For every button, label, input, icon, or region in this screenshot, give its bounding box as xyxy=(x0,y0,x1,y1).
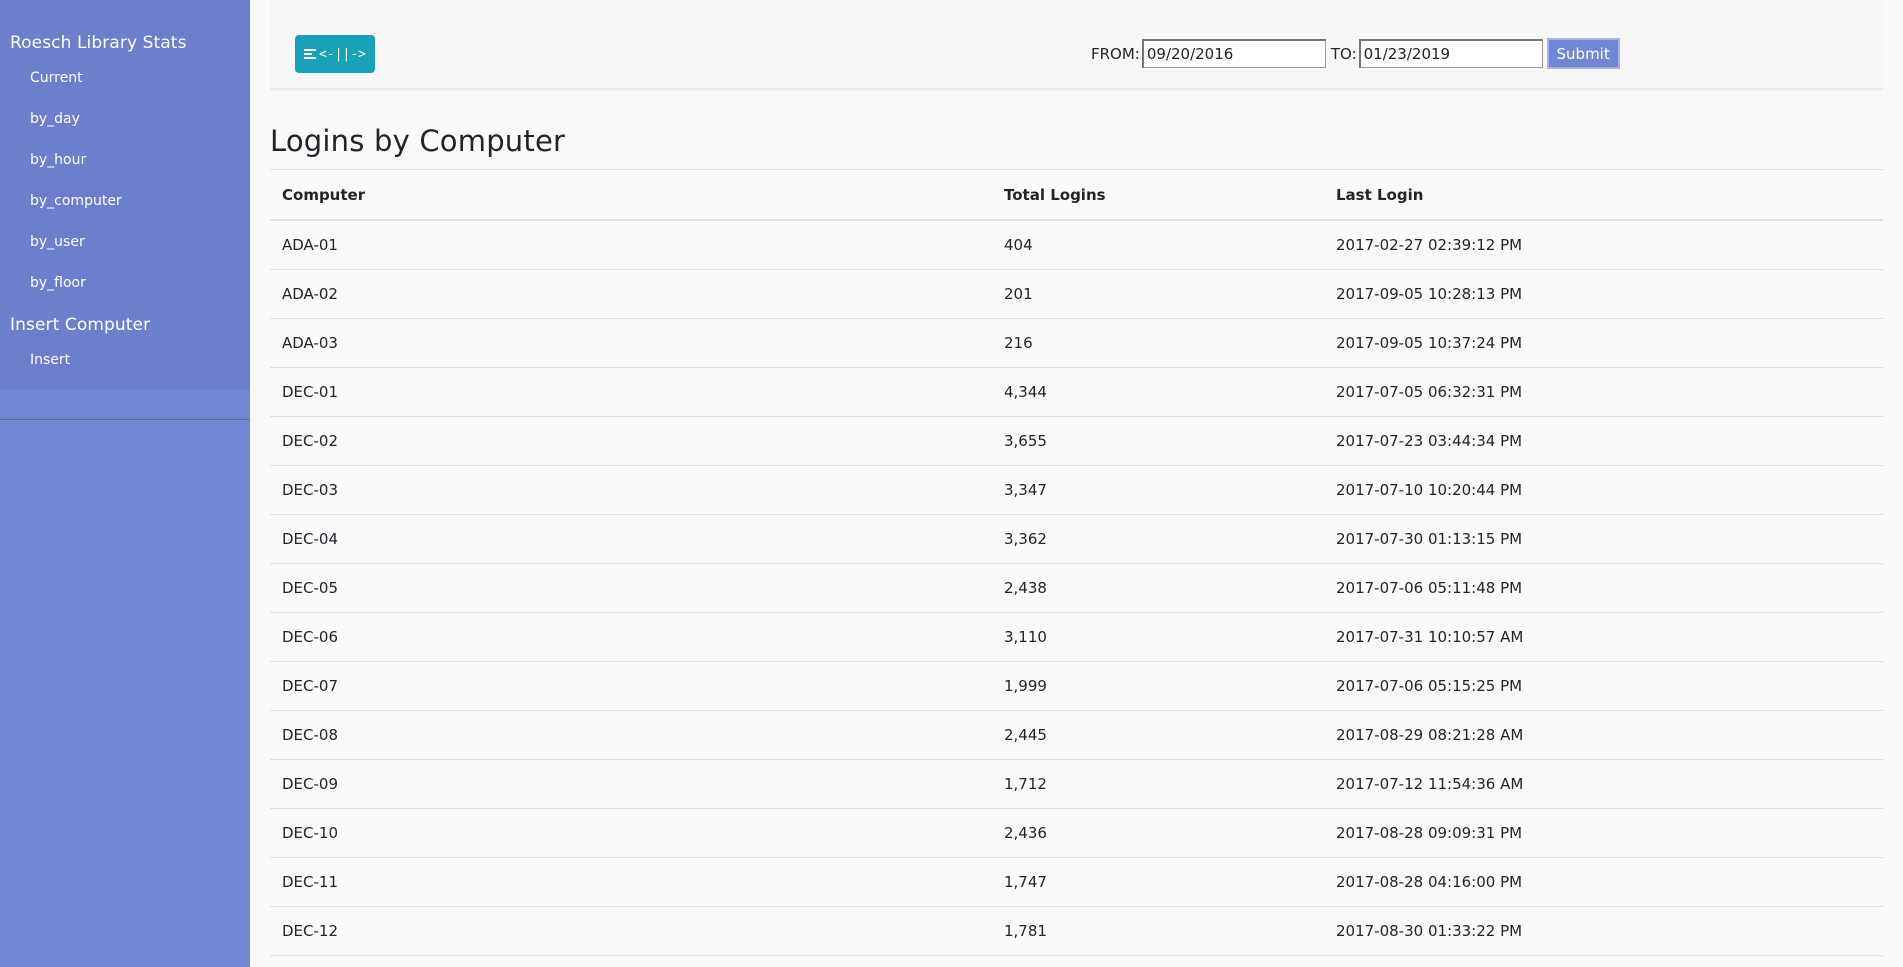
cell-computer: DEC-03 xyxy=(270,465,992,515)
align-left-icon xyxy=(304,48,317,60)
to-label: TO: xyxy=(1330,44,1357,63)
cell-last-login: 2017-09-05 10:28:13 PM xyxy=(1324,269,1883,319)
cell-last-login: 2017-07-06 05:15:25 PM xyxy=(1324,661,1883,711)
cell-computer: DEC-06 xyxy=(270,612,992,662)
table-row: DEC-03 3,347 2017-07-10 10:20:44 PM xyxy=(270,465,1883,515)
cell-total-logins: 2,445 xyxy=(992,710,1324,760)
table-row: ADA-01 404 2017-02-27 02:39:12 PM xyxy=(270,220,1883,270)
logins-table: Computer Total Logins Last Login ADA-01 4… xyxy=(270,169,1883,956)
cell-computer: DEC-02 xyxy=(270,416,992,466)
cell-total-logins: 4,344 xyxy=(992,367,1324,417)
to-date-input[interactable] xyxy=(1358,39,1543,68)
cell-last-login: 2017-07-10 10:20:44 PM xyxy=(1324,465,1883,515)
main-content: <-||-> FROM: TO: Submit Logins by Comput… xyxy=(270,0,1883,956)
cell-last-login: 2017-07-12 11:54:36 AM xyxy=(1324,759,1883,809)
header-computer: Computer xyxy=(270,169,992,221)
sidebar-item-by-user[interactable]: by_user xyxy=(0,222,250,263)
cell-total-logins: 3,362 xyxy=(992,514,1324,564)
cell-total-logins: 201 xyxy=(992,269,1324,319)
cell-computer: DEC-07 xyxy=(270,661,992,711)
cell-total-logins: 404 xyxy=(992,220,1324,270)
cell-total-logins: 2,436 xyxy=(992,808,1324,858)
table-row: ADA-02 201 2017-09-05 10:28:13 PM xyxy=(270,269,1883,319)
table-row: DEC-01 4,344 2017-07-05 06:32:31 PM xyxy=(270,367,1883,417)
sidebar-item-current[interactable]: Current xyxy=(0,58,250,99)
page-title: Logins by Computer xyxy=(270,124,566,158)
sidebar-item-by-floor[interactable]: by_floor xyxy=(0,263,250,304)
cell-last-login: 2017-07-31 10:10:57 AM xyxy=(1324,612,1883,662)
cell-computer: DEC-08 xyxy=(270,710,992,760)
table-row: DEC-06 3,110 2017-07-31 10:10:57 AM xyxy=(270,612,1883,662)
cell-total-logins: 2,438 xyxy=(992,563,1324,613)
sidebar-heading-stats: Roesch Library Stats xyxy=(10,33,187,53)
cell-total-logins: 3,347 xyxy=(992,465,1324,515)
cell-computer: ADA-02 xyxy=(270,269,992,319)
cell-last-login: 2017-07-23 03:44:34 PM xyxy=(1324,416,1883,466)
cell-total-logins: 216 xyxy=(992,318,1324,368)
sidebar-heading-insert: Insert Computer xyxy=(10,315,151,335)
header-last-login: Last Login xyxy=(1324,169,1883,221)
cell-total-logins: 1,999 xyxy=(992,661,1324,711)
sidebar-item-by-computer[interactable]: by_computer xyxy=(0,181,250,222)
cell-computer: ADA-03 xyxy=(270,318,992,368)
table-row: DEC-07 1,999 2017-07-06 05:15:25 PM xyxy=(270,661,1883,711)
cell-last-login: 2017-08-28 04:16:00 PM xyxy=(1324,857,1883,907)
cell-total-logins: 3,110 xyxy=(992,612,1324,662)
from-label: FROM: xyxy=(1091,44,1140,63)
cell-last-login: 2017-07-05 06:32:31 PM xyxy=(1324,367,1883,417)
cell-computer: DEC-09 xyxy=(270,759,992,809)
sidebar: Roesch Library Stats Current by_day by_h… xyxy=(0,0,250,967)
cell-total-logins: 1,712 xyxy=(992,759,1324,809)
sidebar-divider xyxy=(0,419,250,420)
date-range-form: FROM: TO: Submit xyxy=(1091,38,1620,69)
table-row: DEC-09 1,712 2017-07-12 11:54:36 AM xyxy=(270,759,1883,809)
cell-last-login: 2017-08-30 01:33:22 PM xyxy=(1324,906,1883,956)
from-date-input[interactable] xyxy=(1141,39,1326,68)
header-total-logins: Total Logins xyxy=(992,169,1324,221)
table-row: ADA-03 216 2017-09-05 10:37:24 PM xyxy=(270,318,1883,368)
cell-computer: DEC-01 xyxy=(270,367,992,417)
sidebar-toggle-button[interactable]: <-||-> xyxy=(295,35,375,73)
cell-total-logins: 1,781 xyxy=(992,906,1324,956)
cell-last-login: 2017-02-27 02:39:12 PM xyxy=(1324,220,1883,270)
app-root: Roesch Library Stats Current by_day by_h… xyxy=(0,0,1903,967)
table-row: DEC-04 3,362 2017-07-30 01:13:15 PM xyxy=(270,514,1883,564)
table-row: DEC-08 2,445 2017-08-29 08:21:28 AM xyxy=(270,710,1883,760)
cell-last-login: 2017-07-30 01:13:15 PM xyxy=(1324,514,1883,564)
table-body: ADA-01 404 2017-02-27 02:39:12 PM ADA-02 201… xyxy=(270,220,1883,956)
table-row: DEC-11 1,747 2017-08-28 04:16:00 PM xyxy=(270,857,1883,907)
cell-computer: DEC-12 xyxy=(270,906,992,956)
sidebar-item-by-day[interactable]: by_day xyxy=(0,99,250,140)
cell-total-logins: 3,655 xyxy=(992,416,1324,466)
cell-last-login: 2017-08-29 08:21:28 AM xyxy=(1324,710,1883,760)
cell-last-login: 2017-08-28 09:09:31 PM xyxy=(1324,808,1883,858)
submit-button[interactable]: Submit xyxy=(1546,38,1620,69)
cell-computer: DEC-04 xyxy=(270,514,992,564)
table-row: DEC-02 3,655 2017-07-23 03:44:34 PM xyxy=(270,416,1883,466)
cell-total-logins: 1,747 xyxy=(992,857,1324,907)
table-header-row: Computer Total Logins Last Login xyxy=(270,169,1883,221)
table-row: DEC-05 2,438 2017-07-06 05:11:48 PM xyxy=(270,563,1883,613)
cell-last-login: 2017-07-06 05:11:48 PM xyxy=(1324,563,1883,613)
cell-computer: ADA-01 xyxy=(270,220,992,270)
toggle-label: <-||-> xyxy=(319,46,366,62)
table-row: DEC-10 2,436 2017-08-28 09:09:31 PM xyxy=(270,808,1883,858)
cell-last-login: 2017-09-05 10:37:24 PM xyxy=(1324,318,1883,368)
sidebar-item-insert[interactable]: Insert xyxy=(0,340,250,381)
sidebar-menu: Roesch Library Stats Current by_day by_h… xyxy=(0,0,250,389)
sidebar-item-by-hour[interactable]: by_hour xyxy=(0,140,250,181)
top-navbar: <-||-> FROM: TO: Submit xyxy=(270,0,1883,90)
table-row: DEC-12 1,781 2017-08-30 01:33:22 PM xyxy=(270,906,1883,956)
cell-computer: DEC-05 xyxy=(270,563,992,613)
cell-computer: DEC-11 xyxy=(270,857,992,907)
cell-computer: DEC-10 xyxy=(270,808,992,858)
